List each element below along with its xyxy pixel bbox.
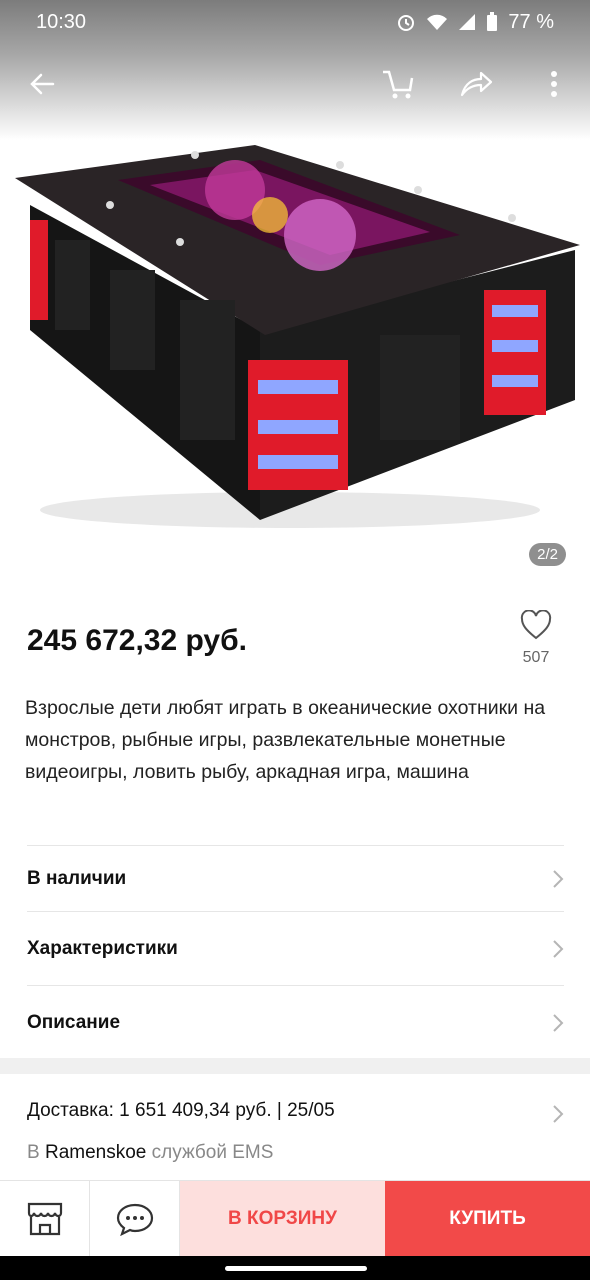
- store-button[interactable]: [0, 1181, 90, 1257]
- battery-icon: [487, 12, 498, 31]
- alarm-icon: [398, 15, 415, 31]
- status-icons: 77 %: [396, 11, 554, 34]
- back-arrow-icon: [30, 73, 55, 95]
- cart-icon: [383, 70, 414, 99]
- chevron-right-icon: [553, 869, 564, 888]
- add-to-cart-button[interactable]: В КОРЗИНУ: [180, 1181, 385, 1256]
- share-icon: [460, 71, 493, 97]
- row-description[interactable]: Описание: [27, 985, 564, 1059]
- delivery-prefix: В: [27, 1142, 40, 1163]
- chevron-right-icon: [553, 1105, 564, 1123]
- battery-level: 77 %: [508, 10, 554, 33]
- status-time: 10:30: [36, 10, 87, 33]
- row-label: Характеристики: [27, 937, 178, 959]
- more-button[interactable]: [534, 64, 574, 104]
- delivery-city: Ramenskoe: [44, 1142, 147, 1163]
- chevron-right-icon: [553, 939, 564, 958]
- store-icon: [27, 1202, 62, 1236]
- row-characteristics[interactable]: Характеристики: [27, 911, 564, 985]
- system-nav-bar: [0, 1256, 590, 1280]
- favorite-button[interactable]: 507: [518, 609, 554, 667]
- gallery-counter: 2/2: [529, 543, 566, 566]
- section-divider: [0, 1058, 590, 1074]
- status-bar: 10:30 77 %: [0, 0, 590, 44]
- wifi-icon: [427, 14, 448, 30]
- row-label: В наличии: [27, 867, 127, 889]
- bottom-action-bar: В КОРЗИНУ КУПИТЬ: [0, 1180, 590, 1257]
- delivery-details: В Ramenskoe службой EMS: [27, 1142, 273, 1164]
- row-availability[interactable]: В наличии: [27, 845, 564, 911]
- more-icon: [551, 71, 557, 97]
- chat-button[interactable]: [90, 1181, 180, 1257]
- heart-icon: [520, 609, 552, 640]
- chevron-right-icon: [553, 1013, 564, 1032]
- delivery-line[interactable]: Доставка: 1 651 409,34 руб. | 25/05: [27, 1100, 335, 1122]
- product-price: 245 672,32 руб.: [27, 624, 247, 657]
- signal-icon: [459, 14, 476, 30]
- delivery-service: службой EMS: [151, 1142, 274, 1163]
- top-action-bar: [0, 56, 590, 112]
- home-gesture-pill[interactable]: [225, 1266, 367, 1271]
- product-title: Взрослые дети любят играть в океанически…: [25, 697, 546, 783]
- row-label: Описание: [27, 1011, 121, 1033]
- favorites-count: 507: [522, 649, 550, 666]
- buy-now-button[interactable]: КУПИТЬ: [385, 1181, 590, 1256]
- chat-icon: [116, 1203, 153, 1236]
- back-button[interactable]: [22, 64, 62, 104]
- share-button[interactable]: [456, 64, 496, 104]
- cart-button[interactable]: [378, 64, 418, 104]
- info-rows: В наличии Характеристики Описание: [27, 845, 564, 1059]
